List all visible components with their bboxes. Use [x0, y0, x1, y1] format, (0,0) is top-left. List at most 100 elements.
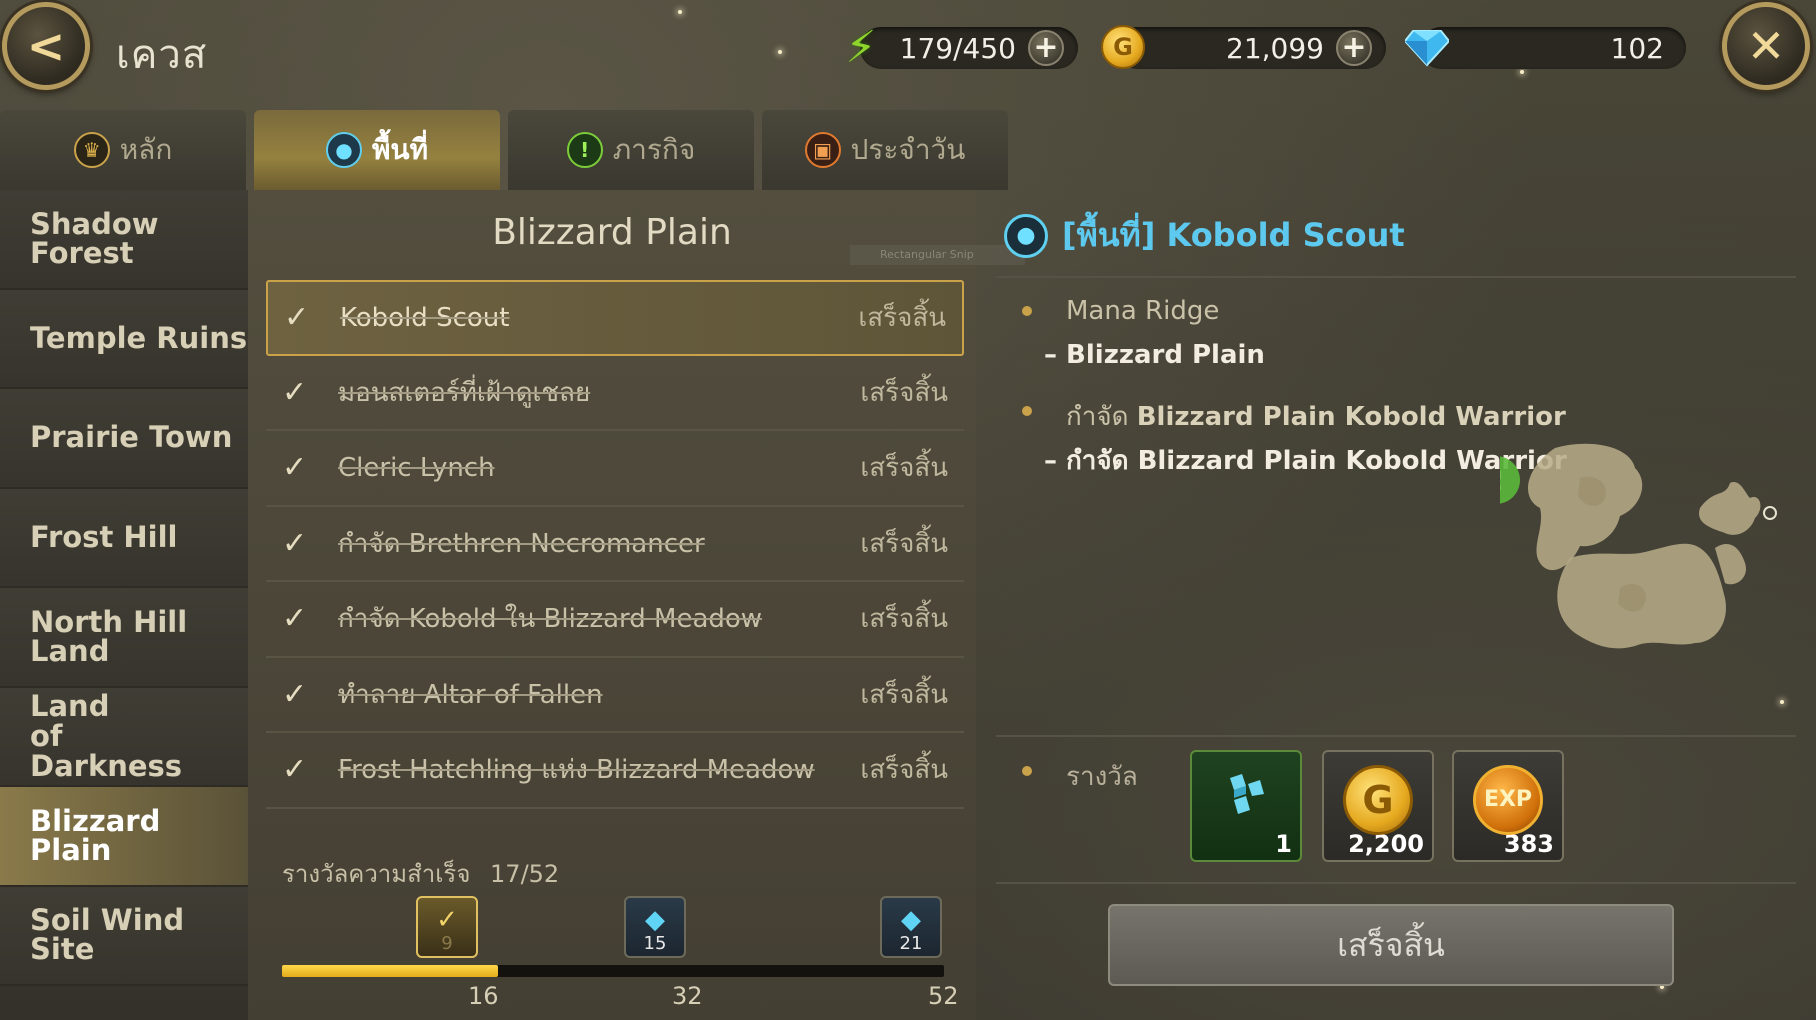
minimap[interactable]: !: [1500, 438, 1790, 668]
tab-label: ภารกิจ: [612, 133, 696, 166]
quest-status: เสร็จสิ้น: [860, 755, 948, 786]
objective-sub: – กำจัด Blizzard Plain Kobold Warrior: [1044, 440, 1567, 481]
reward-exp[interactable]: EXP 383: [1452, 750, 1564, 862]
sidebar-item-prairie-town[interactable]: Prairie Town: [0, 389, 248, 489]
check-icon: ✓: [282, 752, 308, 788]
quest-status: เสร็จสิ้น: [858, 303, 946, 334]
location-sub: – Blizzard Plain: [1044, 340, 1265, 370]
milestone-threshold: 16: [468, 982, 499, 1010]
page-title: เควส: [116, 32, 208, 78]
top-bar: < เควส 179/450 + ⚡ 21,099 + G 102 ✕: [0, 0, 1816, 96]
quest-list-panel: Blizzard Plain ✓ Kobold Scout เสร็จสิ้น …: [248, 190, 976, 1020]
back-arrow-icon: <: [26, 19, 66, 73]
close-button[interactable]: ✕: [1722, 2, 1810, 90]
quest-name: มอนสเตอร์ที่เฝ้าดูเชลย: [338, 377, 591, 408]
check-icon: ✓: [282, 450, 308, 486]
quest-name: Frost Hatchling แห่ง Blizzard Meadow: [338, 755, 815, 786]
lightning-icon: ⚡: [845, 21, 877, 73]
milestone-amount: 15: [643, 933, 667, 954]
quest-row[interactable]: ✓ Cleric Lynch เสร็จสิ้น: [266, 431, 964, 507]
quest-status: เสร็จสิ้น: [860, 377, 948, 408]
diamond-icon: ◆: [901, 905, 921, 935]
complete-button[interactable]: เสร็จสิ้น: [1108, 904, 1674, 986]
check-icon: ✓: [282, 676, 308, 712]
milestone-threshold: 52: [928, 982, 959, 1010]
gold-counter: 21,099 +: [1116, 27, 1386, 69]
divider: [996, 276, 1796, 278]
check-icon: ✓: [282, 374, 308, 410]
objective-sub-prefix: – กำจัด: [1044, 446, 1129, 476]
sidebar-item-land-of-darkness[interactable]: Land of Darkness: [0, 687, 248, 787]
achievement-progress: 17/52: [490, 860, 560, 888]
sidebar-item-temple-ruins[interactable]: Temple Ruins: [0, 289, 248, 389]
achievement-progress-bar: [282, 965, 944, 977]
quest-row[interactable]: ✓ กำจัด Brethren Necromancer เสร็จสิ้น: [266, 507, 964, 582]
quest-name: Kobold Scout: [340, 302, 510, 333]
reward-label: รางวัล: [1066, 762, 1138, 792]
tab-daily[interactable]: ▣ ประจำวัน: [762, 110, 1008, 190]
gem-counter: 102: [1420, 27, 1686, 69]
quest-status: เสร็จสิ้น: [860, 679, 948, 710]
milestone-amount: 21: [899, 933, 923, 954]
diamond-check-icon: ✓: [436, 905, 458, 935]
reward-item-cube[interactable]: 1: [1190, 750, 1302, 862]
objective: กำจัด Blizzard Plain Kobold Warrior: [1066, 396, 1566, 437]
tab-label: ประจำวัน: [850, 133, 966, 166]
sidebar-item-frost-hill[interactable]: Frost Hill: [0, 488, 248, 588]
check-icon: ✓: [284, 300, 310, 336]
exp-icon: EXP: [1473, 764, 1543, 835]
tab-main[interactable]: ♛ หลัก: [0, 110, 246, 190]
add-gold-button[interactable]: +: [1336, 30, 1372, 66]
gold-coin-icon: G: [1343, 764, 1413, 835]
quest-row[interactable]: ✓ ทำลาย Altar of Fallen เสร็จสิ้น: [266, 658, 964, 733]
quest-name: กำจัด Brethren Necromancer: [338, 528, 705, 559]
check-icon: ✓: [282, 525, 308, 561]
quest-name: Cleric Lynch: [338, 452, 495, 483]
quest-row[interactable]: ✓ มอนสเตอร์ที่เฝ้าดูเชลย เสร็จสิ้น: [266, 356, 964, 431]
quest-status: เสร็จสิ้น: [860, 528, 948, 559]
svg-text:!: !: [1500, 467, 1504, 497]
milestone-reward[interactable]: ◆ 21: [880, 896, 942, 958]
quest-row[interactable]: ✓ กำจัด Kobold ใน Blizzard Meadow เสร็จส…: [266, 582, 964, 658]
diamond-icon: [1402, 22, 1452, 72]
tab-mission[interactable]: ! ภารกิจ: [508, 110, 754, 190]
check-icon: ✓: [282, 601, 308, 637]
gem-value: 102: [1610, 31, 1664, 65]
detail-header: ● [พื้นที่] Kobold Scout: [1004, 210, 1405, 261]
reward-gold[interactable]: G 2,200: [1322, 750, 1434, 862]
detail-title: [พื้นที่] Kobold Scout: [1062, 216, 1405, 254]
quest-row[interactable]: ✓ Frost Hatchling แห่ง Blizzard Meadow เ…: [266, 733, 964, 809]
sidebar-item-soil-wind-site[interactable]: Soil Wind Site: [0, 886, 248, 986]
energy-counter: 179/450 +: [860, 27, 1078, 69]
quest-name: ทำลาย Altar of Fallen: [338, 679, 603, 710]
milestone-amount: 9: [441, 933, 453, 954]
quest-list[interactable]: ✓ Kobold Scout เสร็จสิ้น ✓ มอนสเตอร์ที่เ…: [266, 280, 964, 840]
milestone-reward[interactable]: ✓ 9: [416, 896, 478, 958]
sidebar-item-shadow-forest[interactable]: Shadow Forest: [0, 190, 248, 290]
tab-label: หลัก: [119, 133, 173, 166]
energy-value: 179/450: [899, 31, 1016, 65]
quest-row[interactable]: ✓ Kobold Scout เสร็จสิ้น: [266, 280, 964, 356]
milestone-reward[interactable]: ◆ 15: [624, 896, 686, 958]
close-icon: ✕: [1746, 19, 1786, 73]
objective-target: Blizzard Plain Kobold Warrior: [1136, 402, 1566, 432]
sidebar-item-blizzard-plain[interactable]: Blizzard Plain: [0, 787, 248, 887]
category-tabs: ♛ หลัก ● พื้นที่ ! ภารกิจ ▣ ประจำวัน: [0, 110, 1016, 190]
crown-icon: ♛: [73, 132, 110, 168]
tab-label: พื้นที่: [371, 133, 429, 166]
map-pin-icon: ●: [325, 132, 362, 168]
sidebar-item-north-hill-land[interactable]: North Hill Land: [0, 588, 248, 688]
bullet-icon: [1022, 306, 1032, 316]
divider: [996, 882, 1796, 884]
tab-area[interactable]: ● พื้นที่: [254, 110, 500, 190]
cube-item-icon: [1230, 773, 1264, 814]
back-button[interactable]: <: [2, 2, 90, 90]
region-sidebar: Shadow Forest Temple Ruins Prairie Town …: [0, 190, 248, 1020]
reward-amount: 1: [1275, 830, 1292, 858]
add-energy-button[interactable]: +: [1028, 30, 1064, 66]
quest-status: เสร็จสิ้น: [860, 604, 948, 635]
quest-detail-panel: ● [พื้นที่] Kobold Scout Mana Ridge – Bl…: [976, 190, 1816, 1020]
exclamation-icon: !: [566, 132, 603, 168]
gold-value: 21,099: [1226, 31, 1324, 65]
map-pin-icon: ●: [1004, 213, 1048, 258]
